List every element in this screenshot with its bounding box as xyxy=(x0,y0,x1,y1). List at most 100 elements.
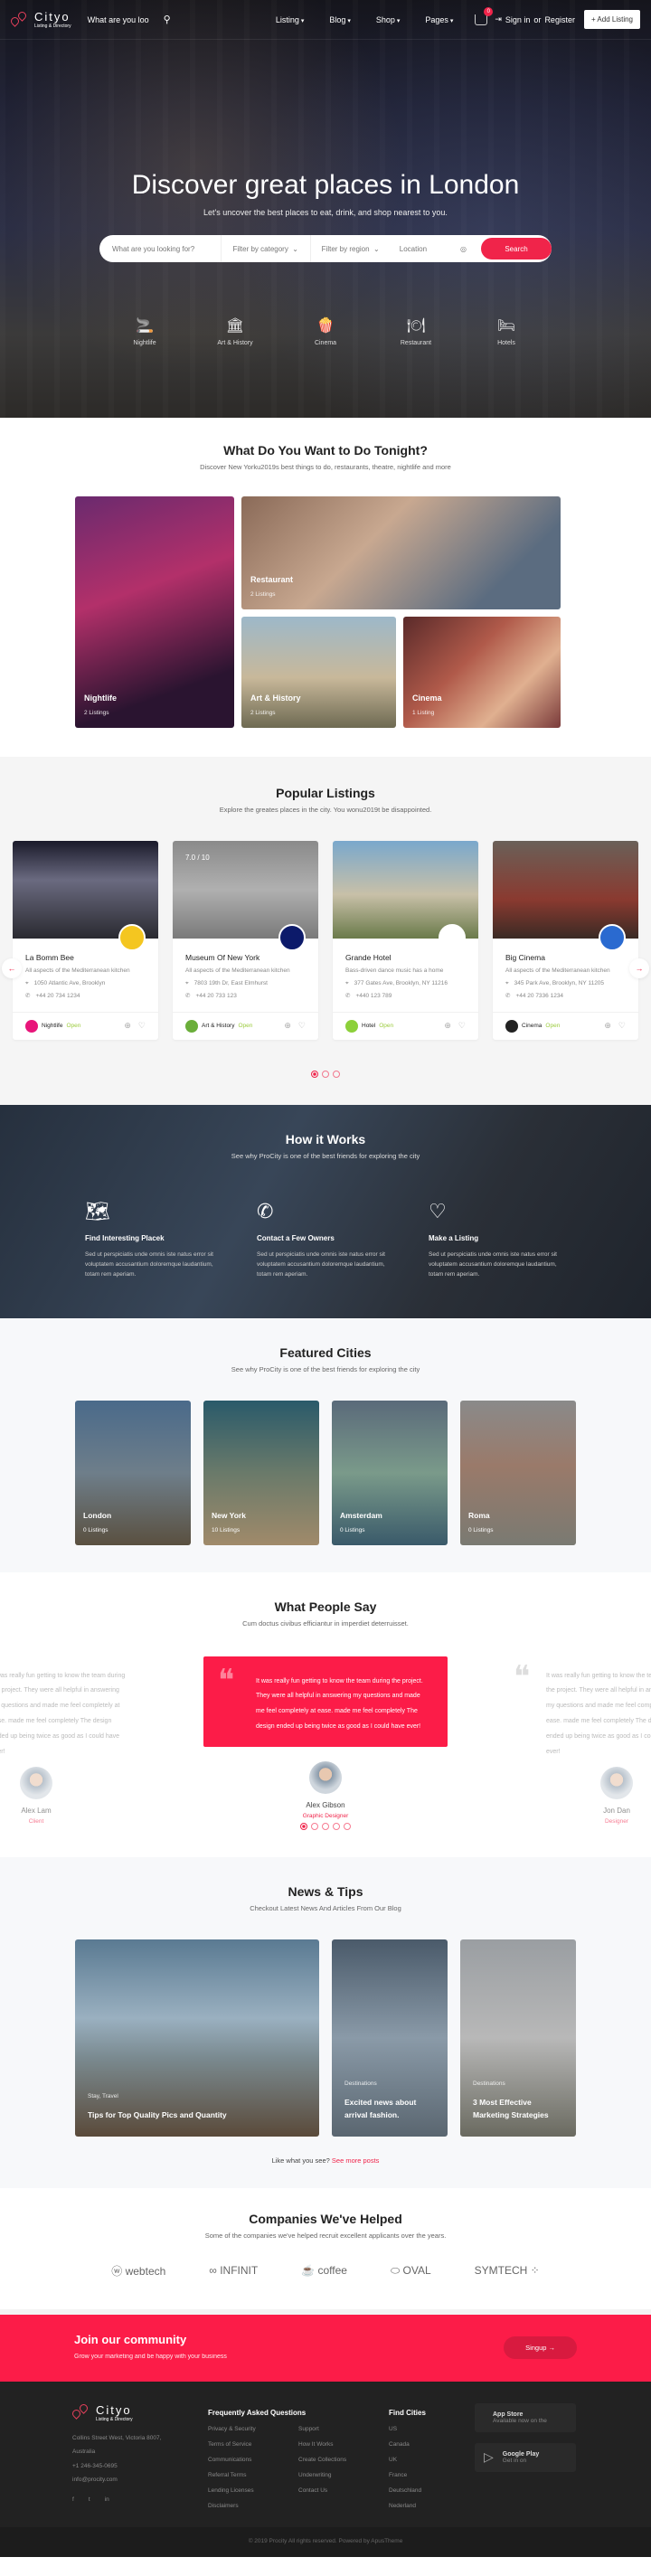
zoom-in-icon[interactable]: ⊕ xyxy=(124,1021,131,1031)
carousel-prev-arrow-icon[interactable]: ← xyxy=(2,958,22,978)
footer-city-link[interactable]: Nederland xyxy=(389,2503,475,2509)
linkedin-icon[interactable]: in xyxy=(105,2496,109,2503)
location-input[interactable]: Location ◎ xyxy=(400,235,476,262)
city-card-new-york[interactable]: New York 10 Listings xyxy=(203,1400,319,1545)
testimonial-person[interactable]: Alex Lam Client xyxy=(9,1766,63,1825)
category-tile-art-history[interactable]: Art & History 2 Listings xyxy=(241,617,396,728)
listing-name[interactable]: Big Cinema xyxy=(505,953,626,962)
pagination-dot[interactable] xyxy=(300,1822,307,1830)
city-card-roma[interactable]: Roma 0 Listings xyxy=(460,1400,576,1545)
footer-link[interactable]: Privacy & Security xyxy=(208,2426,298,2432)
footer-city-link[interactable]: US xyxy=(389,2426,475,2432)
pagination-dot[interactable] xyxy=(311,1070,318,1078)
post-title[interactable]: Tips for Top Quality Pics and Quantity xyxy=(88,2109,307,2122)
testimonial-person[interactable]: Jon Dan Designer xyxy=(590,1766,644,1825)
footer-link[interactable]: Disclaimers xyxy=(208,2503,298,2509)
city-card-london[interactable]: London 0 Listings xyxy=(75,1400,191,1545)
listing-category[interactable]: Cinema xyxy=(522,1023,542,1029)
see-more-posts-link[interactable]: See more posts xyxy=(332,2156,380,2165)
listing-category[interactable]: Hotel xyxy=(362,1023,375,1029)
zoom-in-icon[interactable]: ⊕ xyxy=(444,1021,451,1031)
pagination-dot[interactable] xyxy=(322,1070,329,1078)
heart-icon[interactable]: ♡ xyxy=(298,1021,306,1031)
footer-email[interactable]: info@procity.com xyxy=(72,2473,208,2487)
pagination-dot[interactable] xyxy=(311,1822,318,1830)
footer-link[interactable]: Communications xyxy=(208,2457,298,2463)
zoom-in-icon[interactable]: ⊕ xyxy=(604,1021,611,1031)
post-title[interactable]: 3 Most Effective Marketing Strategies xyxy=(473,2097,563,2121)
footer-link[interactable]: Create Collections xyxy=(298,2457,389,2463)
listing-name[interactable]: La Bomm Bee xyxy=(25,953,146,962)
listing-card[interactable]: Big Cinema All aspects of the Mediterran… xyxy=(493,841,638,1040)
listing-image[interactable]: 7.0 / 10 xyxy=(173,841,318,939)
hero-category-nightlife[interactable]: 🚬 Nightlife xyxy=(122,316,167,346)
keyword-input[interactable]: What are you looking for? xyxy=(112,235,222,262)
category-tile-nightlife[interactable]: Nightlife 2 Listings xyxy=(75,496,234,728)
carousel-next-arrow-icon[interactable]: → xyxy=(629,958,649,978)
google-play-button[interactable]: ▷ Google Play Get in on xyxy=(475,2442,576,2472)
footer-logo[interactable]: Cityo Listing & Directory xyxy=(71,2402,208,2422)
footer-link[interactable]: Support xyxy=(298,2426,389,2432)
footer-link[interactable]: Lending Licenses xyxy=(208,2487,298,2494)
listing-card[interactable]: La Bomm Bee All aspects of the Mediterra… xyxy=(13,841,158,1040)
footer-city-link[interactable]: Deutschland xyxy=(389,2487,475,2494)
search-button[interactable]: Search xyxy=(481,238,552,259)
region-select[interactable]: Filter by region ⌄ xyxy=(311,235,400,262)
pagination-dot[interactable] xyxy=(344,1822,351,1830)
post-tag[interactable]: Destinations xyxy=(344,2081,377,2087)
hero-category-restaurant[interactable]: 🍽 Restaurant xyxy=(393,316,439,346)
cart-icon[interactable]: 0 xyxy=(475,6,494,25)
register-link[interactable]: Register xyxy=(544,15,575,24)
category-select[interactable]: Filter by category ⌄ xyxy=(222,235,311,262)
listing-category[interactable]: Nightlife xyxy=(42,1023,62,1029)
listing-image[interactable] xyxy=(333,841,478,939)
category-tile-cinema[interactable]: Cinema 1 Listing xyxy=(403,617,561,728)
nav-menu-pages[interactable]: Pages xyxy=(425,15,453,24)
signup-button[interactable]: Singup → xyxy=(504,2336,577,2360)
footer-link[interactable]: Terms of Service xyxy=(208,2441,298,2448)
zoom-in-icon[interactable]: ⊕ xyxy=(284,1021,291,1031)
post-tag[interactable]: Stay, Travel xyxy=(88,2093,118,2099)
heart-icon[interactable]: ♡ xyxy=(458,1021,466,1031)
listing-name[interactable]: Grande Hotel xyxy=(345,953,466,962)
listing-card[interactable]: 7.0 / 10 Museum Of New York All aspects … xyxy=(173,841,318,1040)
news-post[interactable]: Stay, Travel Tips for Top Quality Pics an… xyxy=(75,1939,319,2137)
listing-image[interactable] xyxy=(13,841,158,939)
news-post[interactable]: Destinations 3 Most Effective Marketing S… xyxy=(460,1939,576,2137)
footer-city-link[interactable]: France xyxy=(389,2472,475,2478)
sign-in-link[interactable]: Sign in xyxy=(505,15,531,24)
footer-link[interactable]: Referral Terms xyxy=(208,2472,298,2478)
pagination-dot[interactable] xyxy=(333,1822,340,1830)
hero-category-art-history[interactable]: 🏛 Art & History xyxy=(212,316,258,346)
hero-category-hotels[interactable]: 🛏 Hotels xyxy=(484,316,529,346)
testimonial-person[interactable]: Alex Gibson Graphic Designer xyxy=(298,1760,353,1819)
footer-link[interactable]: How It Works xyxy=(298,2441,389,2448)
heart-icon[interactable]: ♡ xyxy=(618,1021,626,1031)
hero-category-cinema[interactable]: 🍿 Cinema xyxy=(303,316,348,346)
twitter-icon[interactable]: t xyxy=(89,2496,90,2503)
post-title[interactable]: Excited news about arrival fashion. xyxy=(344,2097,435,2121)
footer-city-link[interactable]: UK xyxy=(389,2457,475,2463)
heart-icon[interactable]: ♡ xyxy=(138,1021,146,1031)
news-post[interactable]: Destinations Excited news about arrival f… xyxy=(332,1939,448,2137)
category-tile-restaurant[interactable]: Restaurant 2 Listings xyxy=(241,496,561,609)
footer-link[interactable]: Contact Us xyxy=(298,2487,389,2494)
locate-icon[interactable]: ◎ xyxy=(460,245,467,253)
app-store-button[interactable]: App Store Available now on the xyxy=(475,2402,576,2432)
nav-menu-listing[interactable]: Listing xyxy=(276,15,304,24)
footer-link[interactable]: Underwriting xyxy=(298,2472,389,2478)
city-card-amsterdam[interactable]: Amsterdam 0 Listings xyxy=(332,1400,448,1545)
search-icon[interactable]: ⚲ xyxy=(164,14,171,25)
add-listing-button[interactable]: + Add Listing xyxy=(583,10,640,29)
nav-search-input[interactable]: What are you loo xyxy=(88,15,149,24)
listing-image[interactable] xyxy=(493,841,638,939)
pagination-dot[interactable] xyxy=(322,1822,329,1830)
footer-city-link[interactable]: Canada xyxy=(389,2441,475,2448)
listing-name[interactable]: Museum Of New York xyxy=(185,953,306,962)
nav-menu-shop[interactable]: Shop xyxy=(376,15,401,24)
facebook-icon[interactable]: f xyxy=(72,2496,74,2503)
listing-category[interactable]: Art & History xyxy=(202,1023,234,1029)
nav-menu-blog[interactable]: Blog xyxy=(329,15,350,24)
logo[interactable]: Cityo Listing & Directory xyxy=(9,9,71,29)
listing-card[interactable]: Grande Hotel Bass-driven dance music has… xyxy=(333,841,478,1040)
